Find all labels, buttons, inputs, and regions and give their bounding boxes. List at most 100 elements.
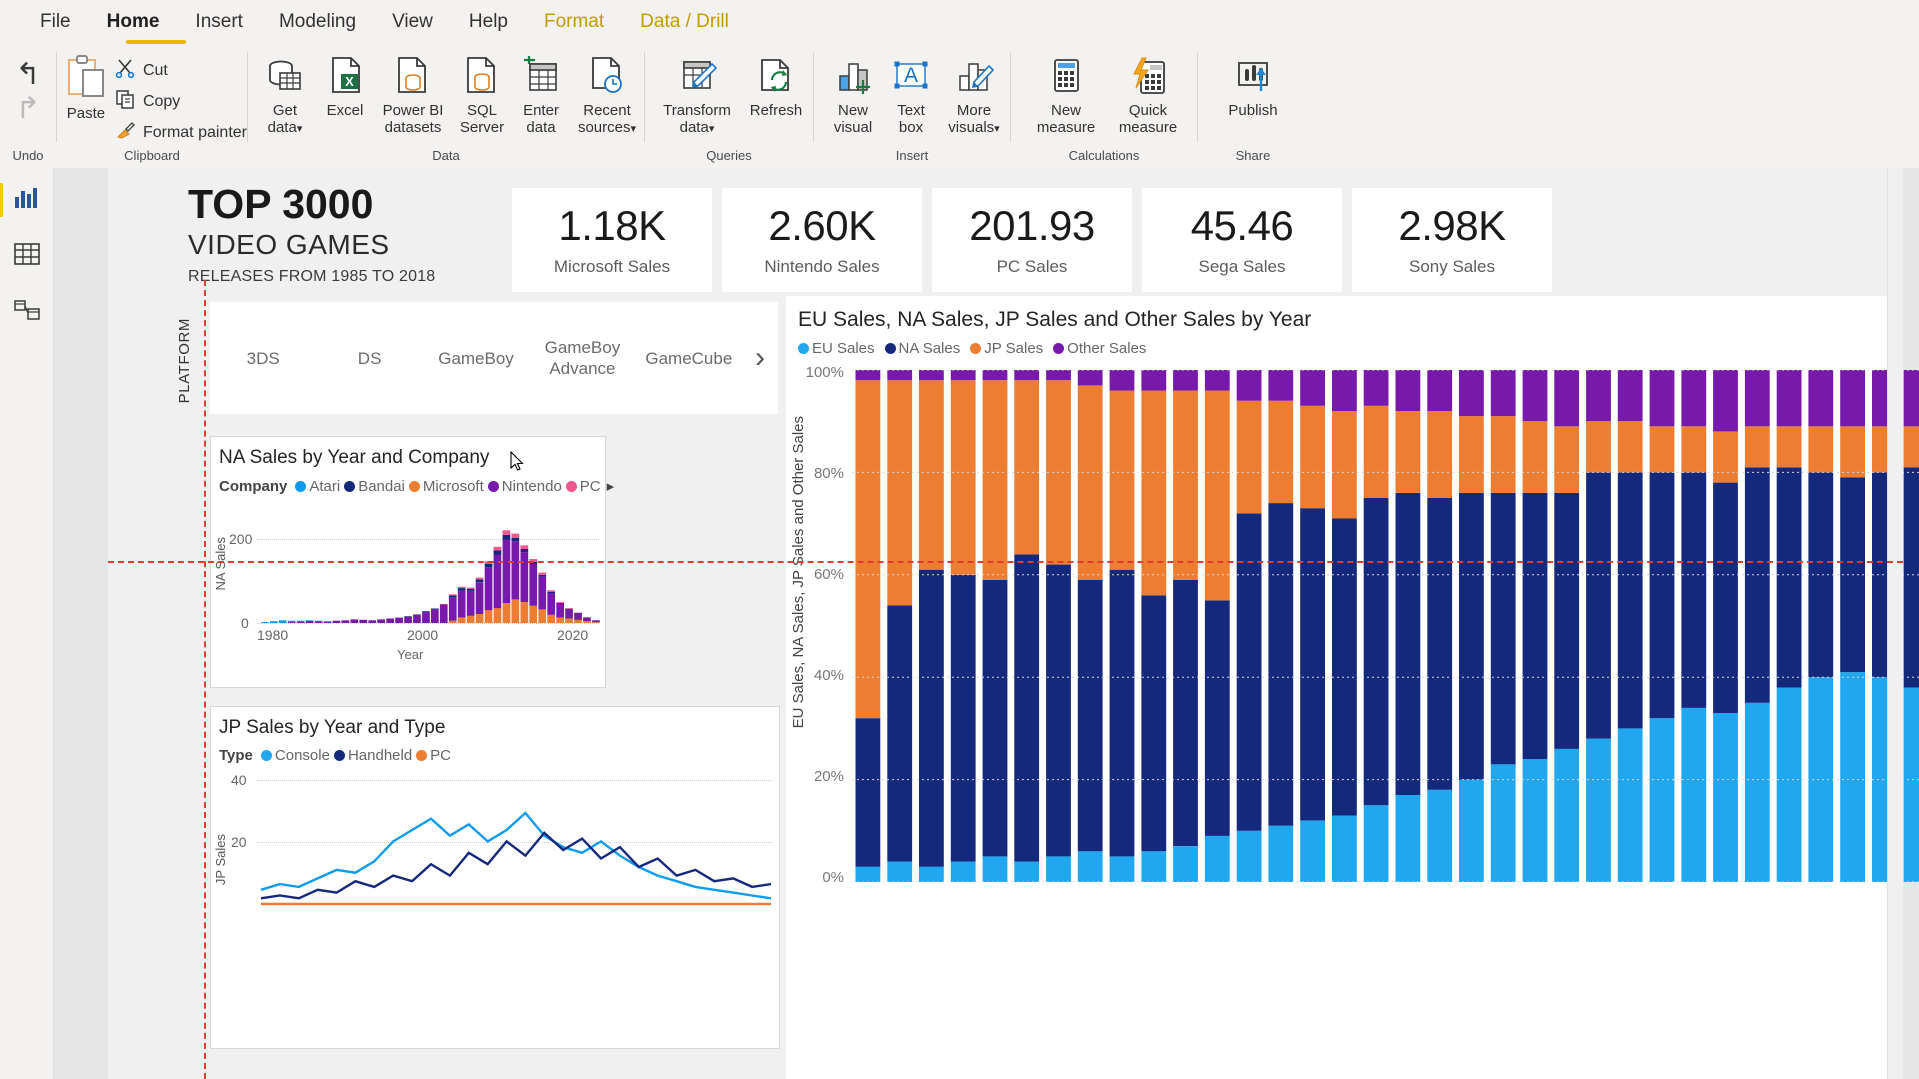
legend-swatch-icon [408,480,420,492]
report-title-line2: VIDEO GAMES [188,229,390,260]
table-icon [13,242,40,271]
kpi-card-nintendo-sales[interactable]: 2.60K Nintendo Sales [722,188,922,292]
menu-bar: File Home Insert Modeling View Help Form… [0,0,1919,44]
report-page: TOP 3000 VIDEO GAMES RELEASES FROM 1985 … [108,168,1919,1079]
sql-server-button[interactable]: SQL Server [452,50,512,136]
legend-item-pc[interactable]: PC [565,478,601,495]
legend-item-jp-sales[interactable]: JP Sales [970,340,1043,357]
kpi-card-sony-sales[interactable]: 2.98K Sony Sales [1352,188,1552,292]
undo-arrow-icon[interactable]: ↰ [15,60,40,94]
legend-item-pc[interactable]: PC [416,747,451,764]
ribbon-group-undo: ↰ ↱ Undo [0,44,56,168]
redo-arrow-icon[interactable]: ↱ [15,94,40,128]
y-axis-tick: 40% [813,667,844,684]
ribbon-group-insert: New visual A Text box More visuals▾ Inse… [814,44,1010,168]
quick-measure-button[interactable]: Quick measure [1107,50,1189,136]
sql-server-label-2: Server [459,119,505,136]
legend-item-eu-sales[interactable]: EU Sales [798,340,875,357]
enter-data-button[interactable]: Enter data [512,50,570,136]
transform-data-button[interactable]: Transform data▾ [653,50,741,138]
legend-item-bandai[interactable]: Bandai [344,478,405,495]
kpi-card-pc-sales[interactable]: 201.93 PC Sales [932,188,1132,292]
legend-item-console[interactable]: Console [260,747,330,764]
menu-home[interactable]: Home [89,0,178,44]
power-bi-datasets-button[interactable]: Power BI datasets [374,50,452,136]
slicer-item-gameboy-advance[interactable]: GameBoy Advance [529,337,635,379]
sidebar-item-report-view[interactable] [0,180,47,220]
new-visual-label-1: New [837,102,868,119]
enter-data-table-icon [520,52,562,100]
chevron-right-icon[interactable]: › [742,341,778,375]
chevron-down-icon[interactable]: ▾ [297,123,303,135]
chevron-down-icon[interactable]: ▾ [631,123,637,135]
new-visual-button[interactable]: New visual [822,50,884,136]
ribbon-group-label-queries: Queries [706,148,752,163]
menu-file[interactable]: File [22,0,89,44]
x-axis-tick: 1980 [257,627,289,643]
calculator-icon [1046,52,1086,100]
svg-text:A: A [904,64,918,87]
legend-item-nintendo[interactable]: Nintendo [487,477,562,495]
paste-label: Paste [66,105,106,122]
new-measure-button[interactable]: New measure [1025,50,1107,136]
text-box-button[interactable]: A Text box [884,50,938,136]
slicer-item-gamecube[interactable]: GameCube [636,348,742,369]
legend-item-atari[interactable]: Atari [295,478,340,495]
chevron-down-icon[interactable]: ▾ [994,123,1000,135]
ribbon-toolbar: ↰ ↱ Undo Paste Cut Copy Format painter C… [0,44,1919,168]
kpi-caption: Microsoft Sales [553,257,671,276]
legend-item-microsoft[interactable]: Microsoft [408,478,484,495]
x-axis-label: Year [397,647,424,662]
canvas-scrollbar-vertical[interactable] [1887,168,1903,1079]
recent-sources-button[interactable]: Recent sources▾ [570,50,644,138]
get-data-label-2: data [267,119,297,136]
visual-jp-sales-by-year-and-type[interactable]: JP Sales by Year and Type Type Console H… [210,706,780,1049]
ribbon-group-label-share: Share [1235,148,1271,163]
sidebar-item-data-view[interactable] [7,236,47,276]
excel-button[interactable]: X Excel [316,50,374,119]
kpi-card-sega-sales[interactable]: 45.46 Sega Sales [1142,188,1342,292]
visual-na-sales-by-year-and-company[interactable]: NA Sales by Year and Company Company Ata… [210,436,614,688]
menu-data-drill[interactable]: Data / Drill [622,0,747,44]
copy-button[interactable]: Copy [115,89,247,114]
slicer-item-gameboy[interactable]: GameBoy [423,348,529,369]
legend-label: NA Sales [898,340,961,357]
legend-label: Other Sales [1067,340,1147,357]
menu-help[interactable]: Help [451,0,526,44]
visual-sales-share-by-year[interactable]: EU Sales, NA Sales, JP Sales and Other S… [786,296,1919,1079]
legend-item-handheld[interactable]: Handheld [333,747,413,764]
format-painter-button[interactable]: Format painter [115,120,247,145]
kpi-value: 2.60K [768,202,876,249]
cut-button[interactable]: Cut [115,58,247,83]
legend-label: Nintendo [501,477,562,495]
kpi-value: 1.18K [558,202,666,249]
slicer-item-3ds[interactable]: 3DS [210,348,316,369]
paste-button[interactable]: Paste [57,50,115,122]
platform-slicer[interactable]: 3DS DS GameBoy GameBoy Advance GameCube › [210,302,778,414]
ribbon-group-data: Get data▾ X Excel Power BI datasets SQL … [248,44,644,168]
enter-data-label-1: Enter [523,102,559,119]
more-visuals-button[interactable]: More visuals▾ [938,50,1010,138]
publish-button[interactable]: Publish [1216,50,1290,119]
menu-modeling[interactable]: Modeling [261,0,374,44]
kpi-card-microsoft-sales[interactable]: 1.18K Microsoft Sales [512,188,712,292]
kpi-caption: Sega Sales [1198,257,1286,276]
legend-label: Handheld [347,747,413,764]
menu-view[interactable]: View [374,0,451,44]
view-switcher-sidebar [0,168,54,1079]
refresh-icon [756,52,796,100]
chevron-right-icon[interactable]: ▸ [607,477,615,495]
menu-insert[interactable]: Insert [177,0,261,44]
kpi-value: 2.98K [1398,202,1506,249]
pbi-datasets-label-2: datasets [384,119,442,136]
sidebar-item-model-view[interactable] [7,292,47,332]
report-canvas-area: TOP 3000 VIDEO GAMES RELEASES FROM 1985 … [54,168,1919,1079]
legend-item-na-sales[interactable]: NA Sales [884,340,961,357]
ribbon-group-label-calculations: Calculations [1068,148,1140,163]
menu-format[interactable]: Format [526,0,622,44]
slicer-item-ds[interactable]: DS [316,348,422,369]
get-data-button[interactable]: Get data▾ [254,50,316,138]
refresh-button[interactable]: Refresh [741,50,811,119]
legend-item-other-sales[interactable]: Other Sales [1053,340,1146,357]
chevron-down-icon[interactable]: ▾ [709,123,715,135]
